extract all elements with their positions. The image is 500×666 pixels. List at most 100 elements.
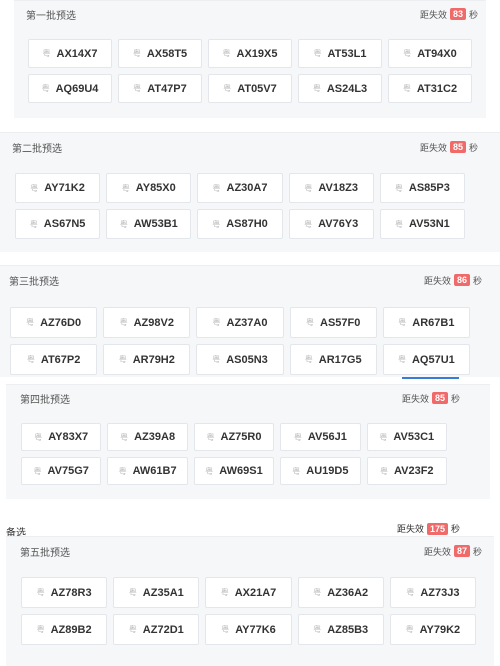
section-1-timer-unit: 秒: [468, 9, 478, 20]
plate-code: AY77K6: [235, 623, 276, 636]
section-5-title: 第五批预选: [20, 547, 70, 559]
province-prefix: 粤: [306, 318, 315, 327]
plate-option[interactable]: 粤 AW69S1: [193, 457, 275, 485]
plate-option[interactable]: 粤 AS67N5: [15, 209, 101, 239]
plate-option[interactable]: 粤 AS85P3: [379, 173, 465, 203]
section-4-panel: 第四批预选 距失效 85 秒 粤 AY83X7 粤 AZ39A8 粤 AZ75R0 粤…: [6, 384, 490, 499]
plate-option[interactable]: 粤 AX14X7: [28, 39, 112, 68]
province-prefix: 粤: [133, 84, 142, 93]
section-5-timer: 距失效 87 秒: [424, 545, 494, 558]
plate-option[interactable]: 粤 AZ37A0: [196, 307, 284, 338]
province-prefix: 粤: [36, 625, 45, 634]
section-5-header: 第五批预选 距失效 87 秒: [6, 537, 494, 565]
plate-option[interactable]: 粤 AY71K2: [15, 173, 101, 203]
plate-option[interactable]: 粤 AW61B7: [107, 457, 188, 485]
plate-option[interactable]: 粤 AT31C2: [388, 74, 472, 103]
province-prefix: 粤: [132, 49, 141, 58]
plate-option[interactable]: 粤 AQ69U4: [28, 74, 112, 103]
plate-option[interactable]: 粤 AZ72D1: [113, 614, 200, 645]
plate-code: AZ35A1: [142, 586, 184, 599]
plate-option[interactable]: 粤 AZ76D0: [10, 307, 98, 338]
plate-option[interactable]: 粤 AV56J1: [280, 423, 361, 451]
plate-option[interactable]: 粤 AW53B1: [106, 209, 192, 239]
province-prefix: 粤: [212, 355, 221, 364]
province-prefix: 粤: [220, 588, 229, 597]
section-5-timer-label: 距失效: [423, 546, 451, 557]
section-3-timer-unit: 秒: [472, 275, 482, 286]
province-prefix: 粤: [304, 219, 313, 229]
province-prefix: 粤: [397, 355, 406, 364]
plate-option[interactable]: 粤 AT47P7: [118, 74, 202, 103]
plate-code: AZ76D0: [40, 316, 82, 329]
plate-option[interactable]: 粤 AT67P2: [10, 344, 98, 375]
plate-option[interactable]: 粤 AS05N3: [196, 344, 284, 375]
plate-code: AZ73J3: [420, 586, 460, 599]
plate-code: AZ78R3: [50, 586, 92, 599]
section-1-timer-label: 距失效: [419, 9, 447, 20]
plate-option[interactable]: 粤 AV18Z3: [288, 173, 374, 203]
plate-code: AT67P2: [40, 353, 81, 366]
plate-code: AV76Y3: [318, 218, 359, 230]
backdrop-timer-label: 距失效: [397, 524, 425, 534]
plate-option[interactable]: 粤 AR79H2: [103, 344, 191, 375]
plate-option[interactable]: 粤 AT53L1: [298, 39, 382, 68]
plate-code: AQ57U1: [411, 353, 455, 366]
plate-code: AS67N5: [43, 218, 86, 230]
plate-option[interactable]: 粤 AY79K2: [389, 614, 476, 645]
section-1-timer: 距失效 83 秒: [420, 8, 486, 21]
plate-code: AY83X7: [48, 431, 89, 443]
plate-option[interactable]: 粤 AX58T5: [118, 39, 202, 68]
plate-option[interactable]: 粤 AX19X5: [208, 39, 292, 68]
province-prefix: 粤: [34, 432, 43, 442]
plate-option[interactable]: 粤 AV75G7: [21, 457, 102, 485]
plate-option[interactable]: 粤 AX21A7: [205, 577, 292, 608]
plate-code: AZ75R0: [220, 431, 262, 443]
plate-option[interactable]: 粤 AY85X0: [106, 173, 192, 203]
plate-code: AV53N1: [409, 218, 450, 230]
plate-code: AY71K2: [44, 182, 85, 194]
plate-option[interactable]: 粤 AS57F0: [289, 307, 377, 338]
plate-option[interactable]: 粤 AV76Y3: [288, 209, 374, 239]
plate-option[interactable]: 粤 AY77K6: [205, 614, 292, 645]
plate-option[interactable]: 粤 AZ35A1: [113, 577, 200, 608]
plate-code: AT94X0: [417, 47, 457, 60]
province-prefix: 粤: [205, 466, 214, 476]
plate-option[interactable]: 粤 AZ89B2: [21, 614, 108, 645]
plate-option[interactable]: 粤 AZ75R0: [193, 423, 275, 451]
plate-code: AR79H2: [132, 353, 175, 366]
plate-option-selected[interactable]: 粤 AQ57U1: [382, 344, 470, 375]
province-prefix: 粤: [304, 355, 313, 364]
plate-option[interactable]: 粤 AV53N1: [379, 209, 465, 239]
province-prefix: 粤: [121, 183, 130, 193]
plate-option[interactable]: 粤 AZ85B3: [297, 614, 384, 645]
province-prefix: 粤: [380, 466, 389, 476]
section-4-timer-value: 85: [431, 392, 448, 404]
plate-option[interactable]: 粤 AV23F2: [366, 457, 447, 485]
plate-code: AV18Z3: [318, 182, 358, 194]
plate-option[interactable]: 粤 AS87H0: [197, 209, 283, 239]
plate-option[interactable]: 粤 AS24L3: [298, 74, 382, 103]
plate-option[interactable]: 粤 AZ30A7: [197, 173, 283, 203]
plate-option[interactable]: 粤 AZ78R3: [21, 577, 108, 608]
plate-option[interactable]: 粤 AR67B1: [382, 307, 470, 338]
plate-code: AS57F0: [320, 316, 361, 329]
plate-code: AS24L3: [326, 82, 368, 95]
plate-option[interactable]: 粤 AZ36A2: [297, 577, 384, 608]
plate-option[interactable]: 粤 AV53C1: [366, 423, 447, 451]
province-prefix: 粤: [405, 625, 414, 634]
plate-option[interactable]: 粤 AZ73J3: [389, 577, 476, 608]
plate-option[interactable]: 粤 AT05V7: [208, 74, 292, 103]
plate-option[interactable]: 粤 AY83X7: [21, 423, 102, 451]
plate-option[interactable]: 粤 AR17G5: [289, 344, 377, 375]
section-4-header: 第四批预选 距失效 85 秒: [6, 385, 490, 411]
plate-option[interactable]: 粤 AU19D5: [280, 457, 361, 485]
plate-option[interactable]: 粤 AT94X0: [388, 39, 472, 68]
province-prefix: 粤: [221, 625, 230, 634]
section-1-panel: 第一批预选 距失效 83 秒 粤 AX14X7 粤 AX58T5 粤 AX19X5 粤…: [14, 0, 486, 118]
plate-code: AX21A7: [234, 586, 277, 599]
plate-option[interactable]: 粤 AZ98V2: [103, 307, 191, 338]
province-prefix: 粤: [394, 183, 403, 193]
plate-code: AZ36A2: [327, 586, 369, 599]
plate-option[interactable]: 粤 AZ39A8: [107, 423, 188, 451]
plate-code: AX14X7: [56, 47, 98, 60]
